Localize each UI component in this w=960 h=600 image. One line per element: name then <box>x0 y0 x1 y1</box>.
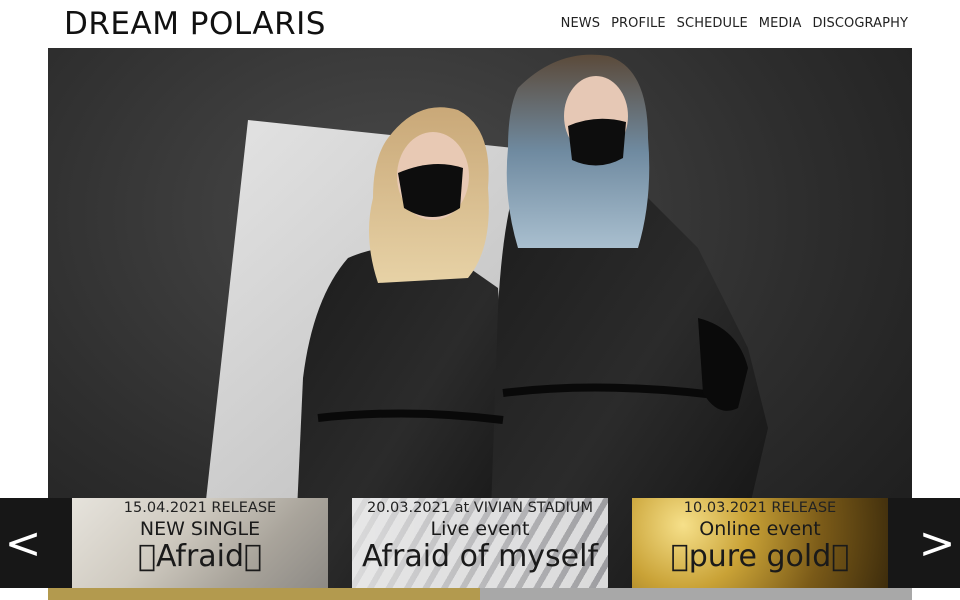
card-title: Afraid <box>138 539 262 574</box>
card-subtitle: NEW SINGLE <box>139 518 261 540</box>
card-date: 15.04.2021 RELEASE <box>123 500 277 516</box>
slider-prev-button[interactable]: < <box>0 498 72 588</box>
nav-media[interactable]: MEDIA <box>759 16 802 31</box>
main-nav: NEWS PROFILE SCHEDULE MEDIA DISCOGRAPHY <box>561 16 908 31</box>
news-slider: < 15.04.2021 RELEASE NEW SINGLE Afraid… <box>0 498 960 588</box>
card-subtitle: Online event <box>699 518 821 540</box>
slider-card[interactable]: 15.04.2021 RELEASE NEW SINGLE Afraid <box>72 498 328 588</box>
nav-discography[interactable]: DISCOGRAPHY <box>812 16 908 31</box>
nav-profile[interactable]: PROFILE <box>611 16 666 31</box>
slider-card[interactable]: 20.03.2021 at VIVIAN STADIUM Live event … <box>352 498 608 588</box>
nav-schedule[interactable]: SCHEDULE <box>677 16 748 31</box>
card-subtitle: Live event <box>430 518 530 540</box>
nav-news[interactable]: NEWS <box>561 16 600 31</box>
card-date: 20.03.2021 at VIVIAN STADIUM <box>367 500 593 516</box>
card-title: Afraid of myself <box>361 539 599 574</box>
card-title: pure gold <box>671 539 850 574</box>
slider-card[interactable]: 10.03.2021 RELEASE Online event pure go… <box>632 498 888 588</box>
card-date: 10.03.2021 RELEASE <box>683 500 837 516</box>
slider-progress-fill <box>48 588 480 600</box>
slider-next-button[interactable]: > <box>888 498 960 588</box>
slider-progress-bar <box>48 588 912 600</box>
site-logo[interactable]: DREAM POLARIS <box>64 6 326 42</box>
